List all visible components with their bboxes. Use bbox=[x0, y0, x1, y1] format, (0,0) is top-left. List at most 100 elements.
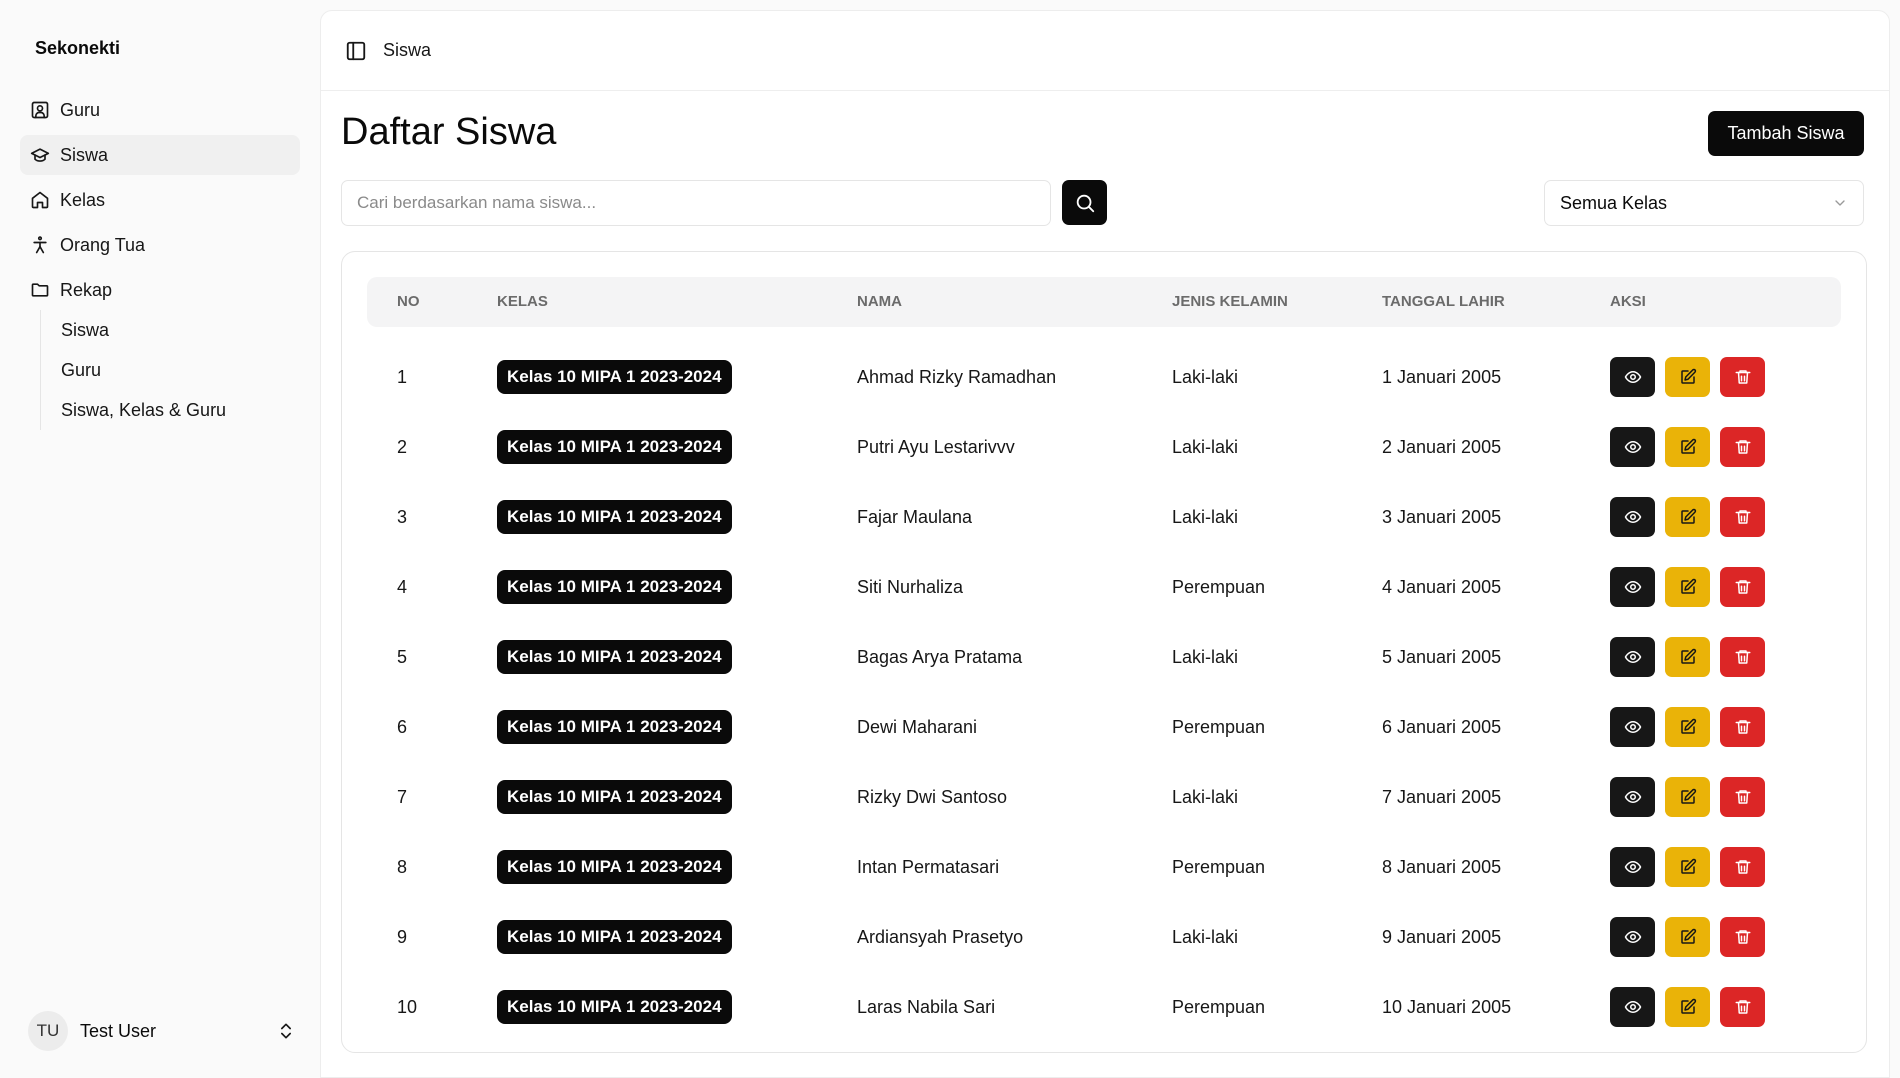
cell-jenis-kelamin: Laki-laki bbox=[1172, 786, 1239, 807]
view-button[interactable] bbox=[1610, 917, 1655, 957]
edit-button[interactable] bbox=[1665, 917, 1710, 957]
cell-tanggal-lahir: 7 Januari 2005 bbox=[1382, 786, 1502, 807]
edit-icon bbox=[1679, 998, 1697, 1016]
view-button[interactable] bbox=[1610, 987, 1655, 1027]
view-button[interactable] bbox=[1610, 637, 1655, 677]
cell-no: 3 bbox=[397, 506, 408, 527]
delete-button[interactable] bbox=[1720, 357, 1765, 397]
view-button[interactable] bbox=[1610, 777, 1655, 817]
class-badge: Kelas 10 MIPA 1 2023-2024 bbox=[497, 500, 732, 534]
user-menu[interactable]: TU Test User bbox=[28, 1010, 296, 1052]
class-badge: Kelas 10 MIPA 1 2023-2024 bbox=[497, 990, 732, 1024]
eye-icon bbox=[1624, 648, 1642, 666]
cell-no: 2 bbox=[397, 436, 408, 457]
cell-jenis-kelamin: Perempuan bbox=[1172, 996, 1266, 1017]
cell-aksi bbox=[1610, 762, 1765, 832]
sidebar-item-orang-tua[interactable]: Orang Tua bbox=[20, 225, 300, 265]
cell-kelas: Kelas 10 MIPA 1 2023-2024 bbox=[497, 482, 732, 552]
cell-kelas: Kelas 10 MIPA 1 2023-2024 bbox=[497, 832, 732, 902]
edit-button[interactable] bbox=[1665, 497, 1710, 537]
cell-tanggal-lahir: 3 Januari 2005 bbox=[1382, 506, 1502, 527]
cell-nama: Laras Nabila Sari bbox=[857, 996, 996, 1017]
table-row: 6 Kelas 10 MIPA 1 2023-2024 Dewi Maharani P… bbox=[367, 692, 1841, 762]
edit-button[interactable] bbox=[1665, 707, 1710, 747]
class-badge: Kelas 10 MIPA 1 2023-2024 bbox=[497, 920, 732, 954]
sidebar-item-kelas[interactable]: Kelas bbox=[20, 180, 300, 220]
class-filter-select[interactable]: Semua Kelas bbox=[1544, 180, 1864, 226]
cell-jenis-kelamin: Perempuan bbox=[1172, 576, 1266, 597]
rekap-sub-siswa[interactable]: Siswa bbox=[61, 310, 300, 350]
trash-icon bbox=[1734, 648, 1752, 666]
sidebar-item-label: Guru bbox=[60, 99, 101, 120]
delete-button[interactable] bbox=[1720, 707, 1765, 747]
edit-icon bbox=[1679, 438, 1697, 456]
table-header: NO KELAS NAMA JENIS KELAMIN TANGGAL LAHI… bbox=[367, 277, 1841, 327]
cell-aksi bbox=[1610, 972, 1765, 1042]
sidebar-toggle-icon[interactable] bbox=[345, 40, 367, 62]
add-student-button[interactable]: Tambah Siswa bbox=[1708, 111, 1864, 156]
sidebar-item-siswa[interactable]: Siswa bbox=[20, 135, 300, 175]
edit-button[interactable] bbox=[1665, 357, 1710, 397]
rekap-sub-siswa-kelas-guru[interactable]: Siswa, Kelas & Guru bbox=[61, 390, 300, 430]
folder-icon bbox=[30, 280, 50, 300]
app-brand: Sekonekti bbox=[35, 38, 121, 58]
delete-button[interactable] bbox=[1720, 427, 1765, 467]
view-button[interactable] bbox=[1610, 357, 1655, 397]
trash-icon bbox=[1734, 928, 1752, 946]
cell-no: 9 bbox=[397, 926, 408, 947]
home-icon bbox=[30, 190, 50, 210]
sidebar-nav: Guru Siswa Kelas Orang Tua Rekap Siswa G… bbox=[20, 90, 300, 430]
search-button[interactable] bbox=[1062, 180, 1107, 225]
delete-button[interactable] bbox=[1720, 987, 1765, 1027]
rekap-sub-guru[interactable]: Guru bbox=[61, 350, 300, 390]
cell-tanggal-lahir: 2 Januari 2005 bbox=[1382, 436, 1502, 457]
edit-icon bbox=[1679, 928, 1697, 946]
edit-button[interactable] bbox=[1665, 987, 1710, 1027]
edit-button[interactable] bbox=[1665, 777, 1710, 817]
sidebar-item-rekap[interactable]: Rekap bbox=[20, 270, 300, 310]
cell-jenis-kelamin: Laki-laki bbox=[1172, 436, 1239, 457]
sidebar-item-label: Siswa bbox=[60, 144, 109, 165]
chevron-down-icon bbox=[1835, 200, 1845, 206]
edit-button[interactable] bbox=[1665, 637, 1710, 677]
table-row: 7 Kelas 10 MIPA 1 2023-2024 Rizky Dwi Sant… bbox=[367, 762, 1841, 832]
sidebar-item-guru[interactable]: Guru bbox=[20, 90, 300, 130]
search-input[interactable] bbox=[341, 180, 1051, 226]
view-button[interactable] bbox=[1610, 847, 1655, 887]
edit-icon bbox=[1679, 508, 1697, 526]
delete-button[interactable] bbox=[1720, 917, 1765, 957]
delete-button[interactable] bbox=[1720, 567, 1765, 607]
cell-kelas: Kelas 10 MIPA 1 2023-2024 bbox=[497, 552, 732, 622]
cell-jenis-kelamin: Perempuan bbox=[1172, 716, 1266, 737]
table-row: 9 Kelas 10 MIPA 1 2023-2024 Ardiansyah Pra… bbox=[367, 902, 1841, 972]
view-button[interactable] bbox=[1610, 707, 1655, 747]
edit-button[interactable] bbox=[1665, 427, 1710, 467]
rekap-subnav: Siswa Guru Siswa, Kelas & Guru bbox=[40, 310, 300, 430]
class-badge: Kelas 10 MIPA 1 2023-2024 bbox=[497, 780, 732, 814]
view-button[interactable] bbox=[1610, 497, 1655, 537]
table-row: 2 Kelas 10 MIPA 1 2023-2024 Putri Ayu Lest… bbox=[367, 412, 1841, 482]
table-row: 1 Kelas 10 MIPA 1 2023-2024 Ahmad Rizky Ra… bbox=[367, 342, 1841, 412]
delete-button[interactable] bbox=[1720, 637, 1765, 677]
page-title: Daftar Siswa bbox=[341, 111, 557, 153]
header-tanggal-lahir: TANGGAL LAHIR bbox=[1382, 293, 1505, 310]
main-panel: Siswa Daftar Siswa Tambah Siswa Semua Ke… bbox=[320, 10, 1890, 1078]
table-row: 4 Kelas 10 MIPA 1 2023-2024 Siti Nurhaliza… bbox=[367, 552, 1841, 622]
delete-button[interactable] bbox=[1720, 497, 1765, 537]
view-button[interactable] bbox=[1610, 567, 1655, 607]
cell-nama: Ardiansyah Prasetyo bbox=[857, 926, 1024, 947]
delete-button[interactable] bbox=[1720, 847, 1765, 887]
cell-no: 6 bbox=[397, 716, 408, 737]
cell-tanggal-lahir: 8 Januari 2005 bbox=[1382, 856, 1502, 877]
cell-jenis-kelamin: Laki-laki bbox=[1172, 366, 1239, 387]
view-button[interactable] bbox=[1610, 427, 1655, 467]
delete-button[interactable] bbox=[1720, 777, 1765, 817]
trash-icon bbox=[1734, 578, 1752, 596]
edit-button[interactable] bbox=[1665, 847, 1710, 887]
edit-button[interactable] bbox=[1665, 567, 1710, 607]
edit-icon bbox=[1679, 368, 1697, 386]
cell-no: 7 bbox=[397, 786, 408, 807]
user-name: Test User bbox=[80, 1020, 157, 1041]
eye-icon bbox=[1624, 998, 1642, 1016]
edit-icon bbox=[1679, 578, 1697, 596]
